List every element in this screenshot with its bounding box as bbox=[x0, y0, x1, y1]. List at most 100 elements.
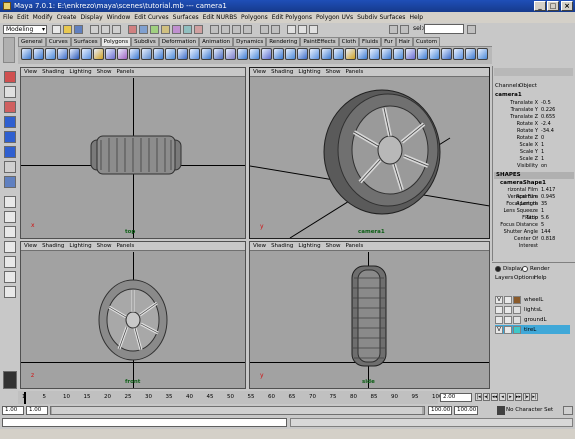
shelf-tool-icon[interactable] bbox=[189, 48, 200, 60]
menu-edit-curves[interactable]: Edit Curves bbox=[134, 14, 172, 21]
shelf-tool-icon[interactable] bbox=[153, 48, 164, 60]
playback-start-field[interactable]: 1.00 bbox=[26, 406, 48, 415]
panel-menu-shading[interactable]: Shading bbox=[271, 243, 293, 249]
panel-menu-panels[interactable]: Panels bbox=[116, 69, 134, 75]
channel-attribute-row[interactable]: Visibility on bbox=[494, 163, 574, 170]
layer-color-swatch[interactable] bbox=[513, 325, 521, 334]
tab-rendering[interactable]: Rendering bbox=[266, 37, 301, 46]
shelf-tool-icon[interactable] bbox=[249, 48, 260, 60]
auto-key-button[interactable] bbox=[563, 406, 573, 415]
start-time-field[interactable]: 1.00 bbox=[2, 406, 24, 415]
snap-grid-icon[interactable] bbox=[210, 25, 219, 34]
shelf-tool-icon[interactable] bbox=[477, 48, 488, 60]
shelf-tool-icon[interactable] bbox=[81, 48, 92, 60]
attribute-value[interactable]: -34.4 bbox=[540, 128, 554, 135]
tab-fluids[interactable]: Fluids bbox=[359, 37, 382, 46]
panel-menu-view[interactable]: View bbox=[253, 69, 266, 75]
channel-attribute-row[interactable]: rizontal Film Aperture 1.417 bbox=[494, 187, 574, 200]
shelf-tool-icon[interactable] bbox=[405, 48, 416, 60]
mask-dynamics-icon[interactable] bbox=[183, 25, 192, 34]
channel-attribute-row[interactable]: F Stop 5.6 bbox=[494, 215, 574, 222]
channel-attribute-row[interactable]: Translate Y 0.226 bbox=[494, 107, 574, 114]
paint-select-icon[interactable] bbox=[4, 101, 16, 113]
shelf-tool-icon[interactable] bbox=[381, 48, 392, 60]
panel-menu-shading[interactable]: Shading bbox=[271, 69, 293, 75]
shelf-tool-icon[interactable] bbox=[321, 48, 332, 60]
layer-color-swatch[interactable] bbox=[513, 305, 521, 314]
layer-row[interactable]: groundL bbox=[495, 315, 570, 324]
shelf-tool-icon[interactable] bbox=[357, 48, 368, 60]
panel-menu-lighting[interactable]: Lighting bbox=[69, 243, 91, 249]
viewport-top[interactable]: View Shading Lighting Show Panels x top bbox=[20, 67, 246, 239]
panel-menu-view[interactable]: View bbox=[253, 243, 266, 249]
minimize-button[interactable]: _ bbox=[534, 1, 546, 11]
panel-menu-panels[interactable]: Panels bbox=[345, 69, 363, 75]
layer-visibility-toggle[interactable]: V bbox=[495, 295, 503, 304]
shelf-tool-icon[interactable] bbox=[297, 48, 308, 60]
attribute-value[interactable]: 0.818 bbox=[540, 236, 555, 243]
select-object-icon[interactable] bbox=[101, 25, 110, 34]
manipulator-icon[interactable] bbox=[4, 161, 16, 173]
shelf-tool-icon[interactable] bbox=[213, 48, 224, 60]
render-radio[interactable] bbox=[522, 266, 528, 272]
menu-edit[interactable]: Edit bbox=[17, 14, 33, 21]
channel-attribute-row[interactable]: Focal Length 35 bbox=[494, 201, 574, 208]
go-to-start-button[interactable]: |◂ bbox=[475, 393, 482, 401]
channel-attribute-row[interactable]: Center Of Interest 0.818 bbox=[494, 236, 574, 249]
maximize-button[interactable]: □ bbox=[547, 1, 559, 11]
shelf-tool-icon[interactable] bbox=[33, 48, 44, 60]
menu-polygon-uvs[interactable]: Polygon UVs bbox=[316, 14, 357, 21]
select-hierarchy-icon[interactable] bbox=[90, 25, 99, 34]
close-button[interactable]: × bbox=[561, 1, 573, 11]
tab-custom[interactable]: Custom bbox=[413, 37, 441, 46]
viewport-persp[interactable]: View Shading Lighting Show Panels y came… bbox=[249, 67, 490, 239]
layer-visibility-toggle[interactable] bbox=[495, 315, 503, 324]
channel-attribute-row[interactable]: Focus Distance 5 bbox=[494, 222, 574, 229]
layer-type-toggle[interactable] bbox=[504, 295, 512, 304]
mask-handles-icon[interactable] bbox=[128, 25, 137, 34]
layout-graph-icon[interactable] bbox=[4, 271, 16, 283]
tab-fur[interactable]: Fur bbox=[381, 37, 396, 46]
attribute-value[interactable]: 1 bbox=[540, 149, 544, 156]
shelf-tool-icon[interactable] bbox=[453, 48, 464, 60]
snap-view-plane-icon[interactable] bbox=[243, 25, 252, 34]
layer-row[interactable]: VwheelL bbox=[495, 295, 570, 304]
shelf-tool-icon[interactable] bbox=[21, 48, 32, 60]
layer-row[interactable]: VtireL bbox=[495, 325, 570, 334]
new-scene-icon[interactable] bbox=[52, 25, 61, 34]
menu-edit-polygons[interactable]: Edit Polygons bbox=[272, 14, 316, 21]
channel-box-tab-object[interactable]: Object bbox=[519, 83, 537, 89]
display-radio[interactable] bbox=[495, 266, 501, 272]
layer-menu-layers[interactable]: Layers bbox=[495, 275, 513, 281]
panel-menu-shading[interactable]: Shading bbox=[42, 69, 64, 75]
attribute-value[interactable]: 1 bbox=[540, 142, 544, 149]
shelf-tool-icon[interactable] bbox=[465, 48, 476, 60]
shelf-tool-icon[interactable] bbox=[237, 48, 248, 60]
last-tool-icon[interactable] bbox=[4, 176, 16, 188]
menu-surfaces[interactable]: Surfaces bbox=[173, 14, 203, 21]
tab-general[interactable]: General bbox=[18, 37, 46, 46]
shelf-tool-icon[interactable] bbox=[261, 48, 272, 60]
command-input[interactable] bbox=[2, 418, 287, 427]
end-time-field[interactable]: 100.00 bbox=[454, 406, 478, 415]
channel-attribute-row[interactable]: Shutter Angle 144 bbox=[494, 229, 574, 236]
channel-attribute-row[interactable]: Translate Z 0.655 bbox=[494, 114, 574, 121]
shelf-tool-icon[interactable] bbox=[273, 48, 284, 60]
menu-modify[interactable]: Modify bbox=[33, 14, 57, 21]
shelf-tool-icon[interactable] bbox=[369, 48, 380, 60]
mask-curves-icon[interactable] bbox=[150, 25, 159, 34]
current-frame-field[interactable]: 2.00 bbox=[440, 393, 472, 402]
shelf-tool-icon[interactable] bbox=[117, 48, 128, 60]
attribute-value[interactable]: 0.655 bbox=[540, 114, 555, 121]
save-scene-icon[interactable] bbox=[74, 25, 83, 34]
menu-create[interactable]: Create bbox=[57, 14, 81, 21]
layout-four-icon[interactable] bbox=[4, 211, 16, 223]
layout-single-icon[interactable] bbox=[4, 196, 16, 208]
shelf-tool-icon[interactable] bbox=[141, 48, 152, 60]
layout-two-stacked-icon[interactable] bbox=[4, 241, 16, 253]
tab-hair[interactable]: Hair bbox=[395, 37, 414, 46]
channel-attribute-row[interactable]: Scale Z1 bbox=[494, 156, 574, 163]
panel-menu-show[interactable]: Show bbox=[326, 243, 341, 249]
shelf-tool-icon[interactable] bbox=[333, 48, 344, 60]
layer-type-toggle[interactable] bbox=[504, 325, 512, 334]
